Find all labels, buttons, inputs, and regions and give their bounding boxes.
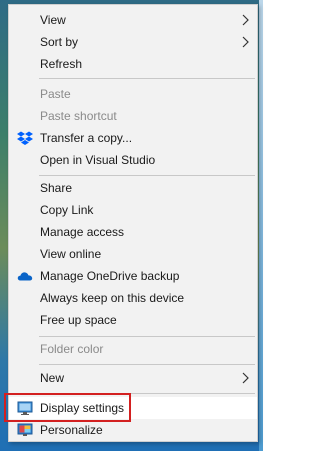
menu-item-label: Manage OneDrive backup: [40, 269, 180, 283]
menu-item-label: Personalize: [40, 423, 103, 437]
menu-item-view-online[interactable]: View online: [9, 243, 257, 265]
menu-item-label: Manage access: [40, 225, 125, 239]
menu-item-label: Free up space: [40, 313, 117, 327]
menu-separator: [39, 393, 255, 394]
menu-item-label: New: [40, 371, 65, 385]
chevron-right-icon: [242, 14, 249, 26]
menu-item-manage-onedrive[interactable]: Manage OneDrive backup: [9, 265, 257, 287]
menu-item-label: Transfer a copy...: [40, 131, 133, 145]
menu-item-label: Always keep on this device: [40, 291, 185, 305]
menu-separator: [39, 78, 255, 79]
onedrive-icon: [17, 272, 33, 281]
chevron-right-icon: [242, 36, 249, 48]
context-menu: View Sort by Refresh Paste Paste shortcu…: [8, 4, 258, 442]
menu-item-view[interactable]: View: [9, 9, 257, 31]
menu-item-share[interactable]: Share: [9, 177, 257, 199]
menu-item-always-keep[interactable]: Always keep on this device: [9, 287, 257, 309]
menu-item-label: Paste: [40, 87, 71, 101]
menu-item-label: Sort by: [40, 35, 79, 49]
menu-item-label: Share: [40, 181, 73, 195]
menu-item-sort-by[interactable]: Sort by: [9, 31, 257, 53]
menu-item-copy-link[interactable]: Copy Link: [9, 199, 257, 221]
menu-item-open-visual-studio[interactable]: Open in Visual Studio: [9, 149, 257, 171]
menu-item-refresh[interactable]: Refresh: [9, 53, 257, 75]
menu-item-label: View: [40, 13, 66, 27]
menu-item-display-settings[interactable]: Display settings: [9, 397, 257, 419]
menu-separator: [39, 336, 255, 337]
menu-item-personalize[interactable]: Personalize: [9, 419, 257, 441]
menu-item-label: Folder color: [40, 342, 104, 356]
wallpaper-edge: [259, 0, 263, 451]
menu-separator: [39, 364, 255, 365]
menu-separator: [39, 175, 255, 176]
menu-item-label: Copy Link: [40, 203, 94, 217]
dropbox-icon: [17, 131, 33, 145]
personalize-icon: [17, 423, 33, 436]
menu-item-paste: Paste: [9, 83, 257, 105]
chevron-right-icon: [242, 372, 249, 384]
menu-item-label: Open in Visual Studio: [40, 153, 156, 167]
menu-item-transfer-copy[interactable]: Transfer a copy...: [9, 127, 257, 149]
monitor-icon: [17, 401, 33, 415]
menu-item-label: Display settings: [40, 401, 125, 415]
menu-item-manage-access[interactable]: Manage access: [9, 221, 257, 243]
menu-item-folder-color: Folder color: [9, 338, 257, 360]
menu-item-new[interactable]: New: [9, 367, 257, 389]
menu-item-free-up-space[interactable]: Free up space: [9, 309, 257, 331]
menu-item-paste-shortcut: Paste shortcut: [9, 105, 257, 127]
menu-item-label: Refresh: [40, 57, 83, 71]
menu-item-label: Paste shortcut: [40, 109, 117, 123]
menu-item-label: View online: [40, 247, 102, 261]
